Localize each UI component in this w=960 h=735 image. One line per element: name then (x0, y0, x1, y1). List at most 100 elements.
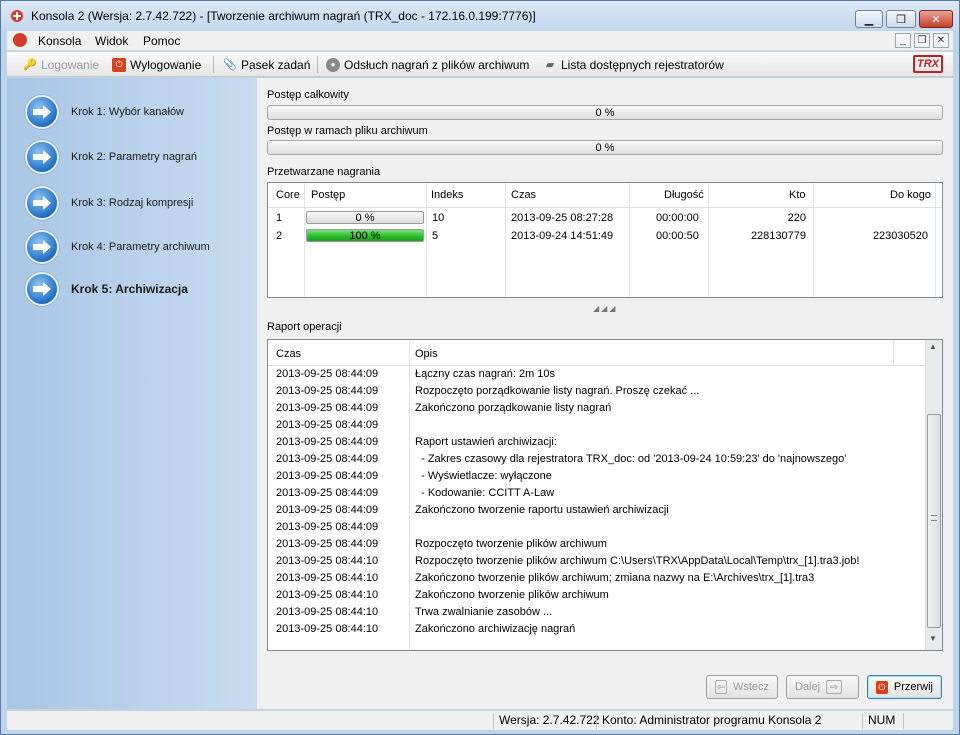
list-item[interactable]: 2013-09-25 08:44:10 Zakończono tworzenie … (268, 587, 908, 604)
status-account: Konto: Administrator programu Konsola 2 (596, 713, 821, 729)
scroll-up-icon[interactable]: ▲ (929, 342, 937, 351)
list-item[interactable]: 2013-09-25 08:44:09 (268, 417, 908, 434)
maximize-icon: ❐ (896, 13, 906, 26)
taskbar-button[interactable]: 📎 Pasek zadań (223, 56, 310, 73)
log-description: Zakończono porządkowanie listy nagrań (415, 402, 612, 414)
col-header-time[interactable]: Czas (276, 348, 301, 360)
log-description: Trwa zwalnianie zasobów ... (415, 606, 553, 618)
minimize-icon: ▁ (864, 13, 874, 26)
col-header-index[interactable]: Indeks (431, 189, 463, 201)
list-item[interactable]: 2013-09-25 08:44:10 Zakończono tworzenie … (268, 570, 908, 587)
log-time: 2013-09-25 08:44:09 (276, 402, 379, 414)
menu-bar: Konsola Widok Pomoc _ ❐ ✕ (7, 31, 953, 51)
scroll-down-icon[interactable]: ▼ (929, 634, 937, 643)
total-progress-value: 0 % (595, 106, 615, 119)
row-who: 220 (787, 212, 806, 224)
step-4[interactable]: Krok 4: Parametry archiwum (25, 230, 210, 264)
col-header-progress[interactable]: Postęp (311, 189, 345, 201)
login-button[interactable]: 🔑 Logowanie (23, 56, 99, 73)
step-3-label: Krok 3: Rodzaj kompresji (71, 197, 194, 209)
list-item[interactable]: 2013-09-25 08:44:09 Zakończono porządkowa… (268, 400, 908, 417)
list-item[interactable]: 2013-09-25 08:44:09 (268, 519, 908, 536)
arrow-right-icon (25, 95, 59, 129)
menu-konsola[interactable]: Konsola (38, 34, 81, 48)
list-item[interactable]: 2013-09-25 08:44:09 Raport ustawień archi… (268, 434, 908, 451)
list-item[interactable]: 2013-09-25 08:44:10 Rozpoczęto tworzenie … (268, 553, 908, 570)
wizard-sidebar: Krok 1: Wybór kanałów Krok 2: Parametry … (7, 78, 257, 709)
list-item[interactable]: 2013-09-25 08:44:09 - Wyświetlacze: wyłą… (268, 468, 908, 485)
report-scrollbar[interactable]: ▲ ▼ (925, 340, 942, 650)
taskbar-label: Pasek zadań (241, 57, 311, 72)
report-table[interactable]: Czas Opis 2013-09-25 08:44:09 Łączny czas… (267, 339, 943, 651)
menu-pomoc[interactable]: Pomoc (143, 34, 180, 48)
list-item[interactable]: 2013-09-25 08:44:09 - Zakres czasowy dla… (268, 451, 908, 468)
row-to: 223030520 (872, 230, 928, 242)
step-5-label: Krok 5: Archiwizacja (71, 282, 188, 296)
recordings-label: Przetwarzane nagrania (267, 166, 381, 178)
step-5[interactable]: Krok 5: Archiwizacja (25, 272, 188, 306)
log-time: 2013-09-25 08:44:09 (276, 487, 379, 499)
power-icon: ⏻ (876, 680, 888, 694)
logout-button[interactable]: ⏻ Wylogowanie (112, 56, 201, 73)
status-bar: Wersja: 2.7.42.722 Konto: Administrator … (7, 710, 953, 730)
step-2[interactable]: Krok 2: Parametry nagrań (25, 140, 197, 174)
minimize-button[interactable]: ▁ (855, 10, 883, 28)
log-description: Zakończono tworzenie plików archiwum (415, 589, 609, 601)
splitter-grip[interactable]: ◢◢◢ (593, 304, 617, 313)
login-label: Logowanie (41, 57, 100, 72)
list-item[interactable]: 2013-09-25 08:44:09 Rozpoczęto porządkowa… (268, 383, 908, 400)
mdi-minimize-button[interactable]: _ (895, 33, 911, 48)
menu-widok[interactable]: Widok (95, 34, 128, 48)
list-item[interactable]: 2013-09-25 08:44:09 Łączny czas nagrań: 2… (268, 366, 908, 383)
mdi-close-button[interactable]: ✕ (933, 33, 949, 48)
main-window: Konsola 2 (Wersja: 2.7.42.722) - [Tworze… (0, 0, 960, 735)
file-progress-bar: 0 % (267, 140, 943, 155)
content-panel: Postęp całkowity 0 % Postęp w ramach pli… (257, 78, 953, 709)
scroll-thumb[interactable] (927, 414, 941, 628)
list-item[interactable]: 2013-09-25 08:44:10 Trwa zwalnianie zasob… (268, 604, 908, 621)
back-button[interactable]: ⇦ Wstecz (706, 675, 778, 699)
abort-label: Przerwij (893, 681, 933, 693)
menu-app-icon (13, 33, 27, 47)
recordings-table[interactable]: Core Postęp Indeks Czas Długość Kto Do k… (267, 182, 943, 298)
close-button[interactable]: ✕ (919, 10, 953, 28)
trx-logo: TRX (913, 55, 943, 73)
close-icon: ✕ (931, 13, 941, 26)
log-description: Rozpoczęto tworzenie plików archiwum C:\… (415, 555, 860, 567)
col-header-length[interactable]: Długość (664, 189, 704, 201)
column-separator (426, 183, 427, 297)
row-progress-value: 100 % (349, 229, 381, 242)
log-description: Rozpoczęto tworzenie plików archiwum (415, 538, 607, 550)
step-3[interactable]: Krok 3: Rodzaj kompresji (25, 186, 193, 220)
log-time: 2013-09-25 08:44:09 (276, 368, 379, 380)
step-2-label: Krok 2: Parametry nagrań (71, 151, 197, 163)
abort-button[interactable]: ⏻ Przerwij (867, 675, 942, 699)
playback-button[interactable]: ● Odsłuch nagrań z plików archiwum (326, 56, 529, 73)
maximize-button[interactable]: ❐ (886, 10, 916, 28)
mdi-restore-button[interactable]: ❐ (914, 33, 930, 48)
list-item[interactable]: 2013-09-25 08:44:09 - Kodowanie: CCITT A… (268, 485, 908, 502)
col-header-who[interactable]: Kto (789, 189, 806, 201)
col-header-to[interactable]: Do kogo (890, 189, 931, 201)
step-1[interactable]: Krok 1: Wybór kanałów (25, 95, 184, 129)
list-item[interactable]: 2013-09-25 08:44:10 Zakończono archiwizac… (268, 621, 908, 638)
log-time: 2013-09-25 08:44:09 (276, 521, 379, 533)
logout-label: Wylogowanie (130, 57, 202, 72)
app-icon (9, 8, 25, 24)
row-time: 2013-09-25 08:27:28 (511, 212, 614, 224)
list-item[interactable]: 2013-09-25 08:44:09 Rozpoczęto tworzenie … (268, 536, 908, 553)
log-description: - Kodowanie: CCITT A-Law (415, 487, 555, 499)
list-item[interactable]: 2013-09-25 08:44:09 Zakończono tworzenie … (268, 502, 908, 519)
status-empty-panel (903, 713, 943, 729)
minimize-icon: _ (900, 35, 906, 46)
col-header-core[interactable]: Core (276, 189, 300, 201)
total-progress-label: Postęp całkowity (267, 89, 349, 101)
log-time: 2013-09-25 08:44:09 (276, 453, 379, 465)
next-button[interactable]: Dalej ⇨ (786, 675, 859, 699)
col-header-time[interactable]: Czas (511, 189, 536, 201)
status-version: Wersja: 2.7.42.722 (493, 713, 600, 729)
col-header-description[interactable]: Opis (415, 348, 438, 360)
log-description: Łączny czas nagrań: 2m 10s (415, 368, 556, 380)
recorder-icon: ▰ (545, 59, 555, 71)
recorders-button[interactable]: ▰ Lista dostępnych rejestratorów (543, 56, 724, 73)
